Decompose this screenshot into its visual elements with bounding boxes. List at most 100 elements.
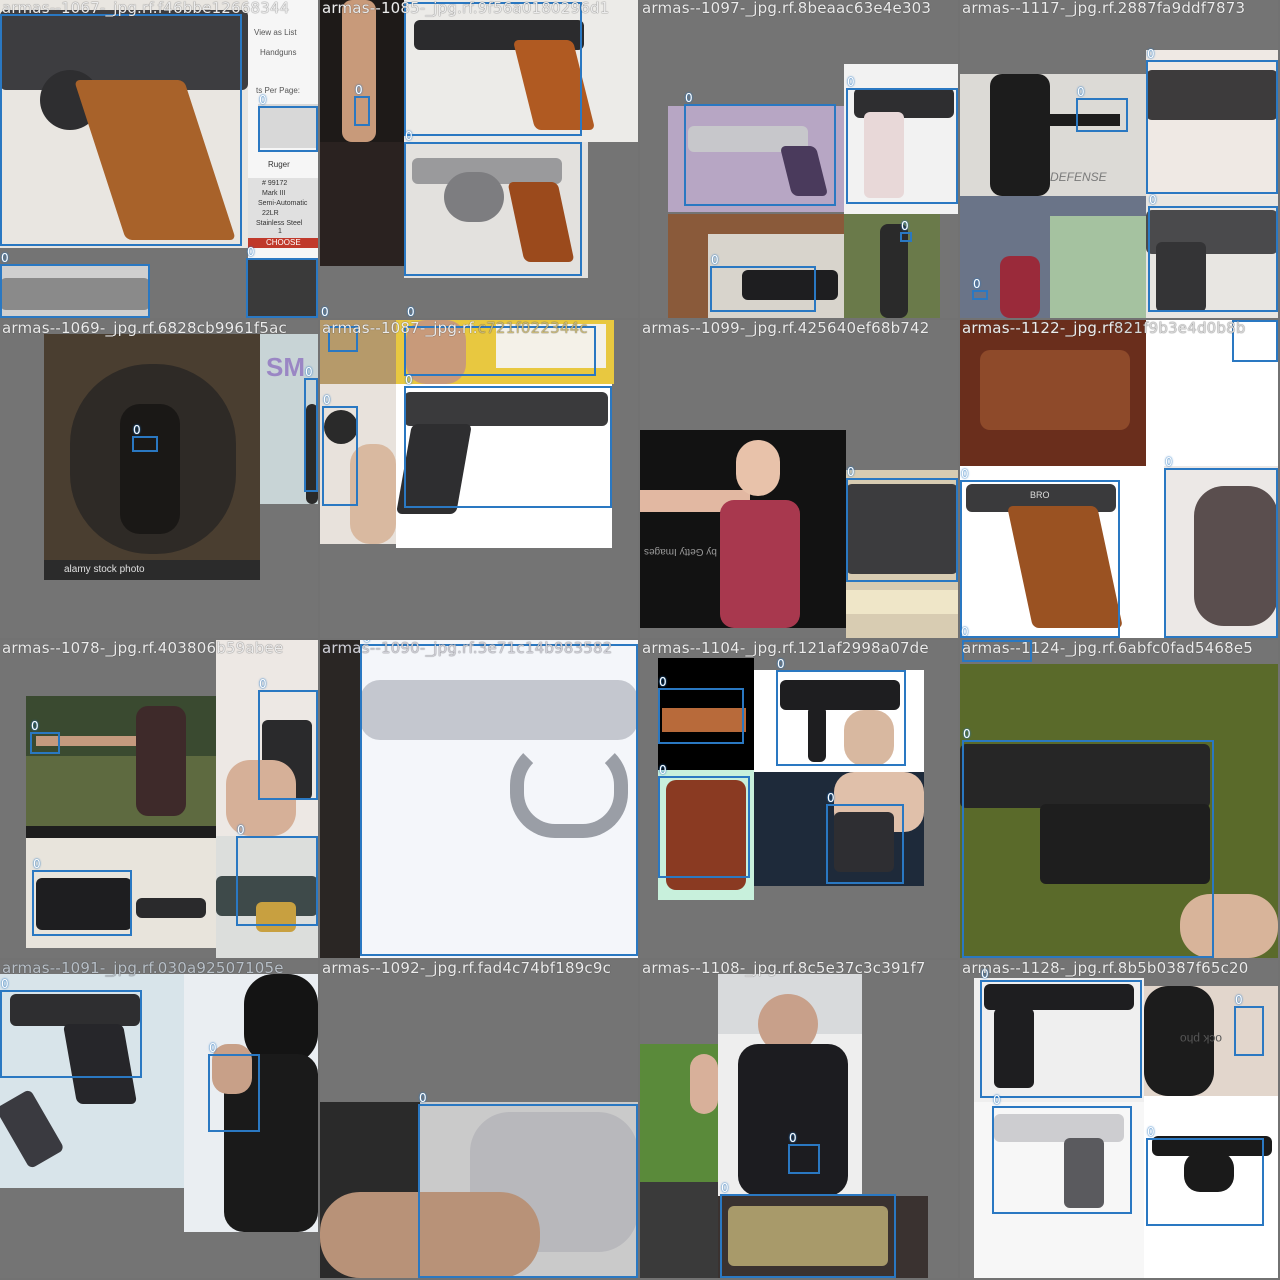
class-label: 0 [405,129,413,143]
detection-box [1148,206,1278,312]
spec-model: Mark III [262,190,286,197]
class-label: 0 [1165,455,1173,469]
detection-box [132,436,158,452]
class-label: 0 [355,83,363,97]
detection-box [30,732,60,754]
filename-part: armas--1087-_jpg.rf. [322,320,478,337]
class-label: 0 [1149,193,1157,207]
detection-box [258,690,318,800]
tile-filename: armas--1104-_jpg.rf.121af2998a07de [642,640,929,657]
class-label: 0 [685,91,693,105]
detection-box [684,104,836,206]
tile-filename: armas--1067-_jpg.rf.f46bbe12668344 [2,0,290,17]
class-label: 0 [237,823,245,837]
class-label: 0 [961,625,969,638]
spec-qty: 1 [278,228,282,235]
detection-box [236,836,318,926]
class-label: 0 [33,857,41,871]
class-label: 0 [259,93,267,107]
class-label: 0 [973,277,981,291]
detection-box [658,776,750,878]
photo-woman-dark [320,142,404,266]
class-label: 0 [789,1131,797,1145]
handguns-text: Handguns [260,48,297,57]
detection-box [360,644,638,956]
photo-woman-aiming: by Getty Images [640,430,846,628]
choose-label: CHOOSE [266,238,301,247]
detection-box [404,142,582,276]
photo-man-aiming: DEFENSE [960,74,1146,196]
caption-bar [26,826,216,838]
watermark-bar: alamy stock photo [44,560,260,580]
photo-outdoors [640,1044,718,1182]
class-label: 0 [847,75,855,89]
tile-filename: armas--1085-_jpg.rf.9f56a0180296d1 [322,0,610,17]
detection-box [418,1104,638,1278]
detection-box [404,2,582,136]
person-figure [136,706,186,816]
person-figure [990,74,1050,196]
mosaic-tile-11: 0 0 0 0 armas--1104-_jpg.rf.121af2998a07… [640,640,958,958]
class-label: 0 [1,977,9,991]
class-label: 0 [777,657,785,671]
tile-filename: armas--1069-_jpg.rf.6828cb9961f5ac [2,320,287,337]
detection-box [846,88,958,204]
class-label: 0 [305,365,313,379]
mosaic-tile-4: DEFENSE 0 0 0 0 armas--1117-_jpg.rf.2887… [960,0,1278,318]
view-as-list-text: View as List [254,28,297,37]
detection-box [658,688,744,744]
tile-filename: armas--1117-_jpg.rf.2887fa9ddf7873 [962,0,1246,17]
photo-holster [960,320,1146,466]
mosaic-tile-3: 0 0 0 0 armas--1097-_jpg.rf.8beaac63e4e3… [640,0,958,318]
class-label: 0 [827,791,835,805]
tile-filename: armas--1108-_jpg.rf.8c5e37c3c391f7 [642,960,926,977]
photo-shooter-range [844,214,940,318]
class-label: 0 [133,423,141,437]
class-label: 0 [659,675,667,689]
class-label: 0 [659,763,667,777]
detection-box [404,386,612,508]
magazine [0,1088,65,1170]
detection-box [1146,1138,1264,1226]
tile-filename: armas--1097-_jpg.rf.8beaac63e4e303 [642,0,932,17]
shelves [1050,216,1146,318]
class-label: 0 [961,467,969,481]
class-label: 0 [407,305,415,318]
class-label: 0 [31,719,39,733]
tile-filename: armas--1122-_jpg.rf821f9b3e4d0b8b [962,320,1246,336]
spec-action: Semi-Automatic [258,200,308,207]
mosaic-tile-2: 0 0 0 0 armas--1085-_jpg.rf.9f56a0180296… [320,0,638,318]
class-label: 0 [1147,1125,1155,1139]
red-top [720,500,800,628]
spec-table: # 99172 Mark III Semi-Automatic 22LR Sta… [248,178,318,238]
detection-box [32,870,132,936]
balaclava [244,974,318,1064]
sm-text: SM [266,352,305,382]
choose-button: CHOOSE [248,238,318,248]
detection-box [900,232,912,242]
class-label: 0 [901,219,909,233]
detection-box [972,290,988,300]
defense-text: DEFENSE [1050,170,1107,184]
photo-range-shooter [26,696,216,838]
class-label: 0 [1,251,9,265]
class-label: 0 [1077,85,1085,99]
mosaic-tile-6: 0 0 armas--1087-_jpg.rf.c721f022344c [320,320,638,638]
photo-dark [640,1182,718,1278]
mosaic-tile-16: ock pho 0 0 0 0 armas--1128-_jpg.rf.8b5b… [960,960,1278,1278]
spec-sku: # 99172 [262,180,288,187]
detection-box [208,1054,260,1132]
detection-box [788,1144,820,1174]
class-label: 0 [847,465,855,479]
oval-portrait [70,364,236,554]
class-label: 0 [209,1041,217,1055]
class-label: 0 [1235,993,1243,1007]
detection-box [720,1194,896,1278]
mosaic-tile-7: by Getty Images 0 armas--1099-_jpg.rf.42… [640,320,958,638]
detection-box [354,96,370,126]
class-label: 0 [1147,47,1155,61]
detection-box [246,258,318,318]
class-label: 0 [247,245,255,259]
detection-box [304,378,318,492]
person-head [690,1054,718,1114]
